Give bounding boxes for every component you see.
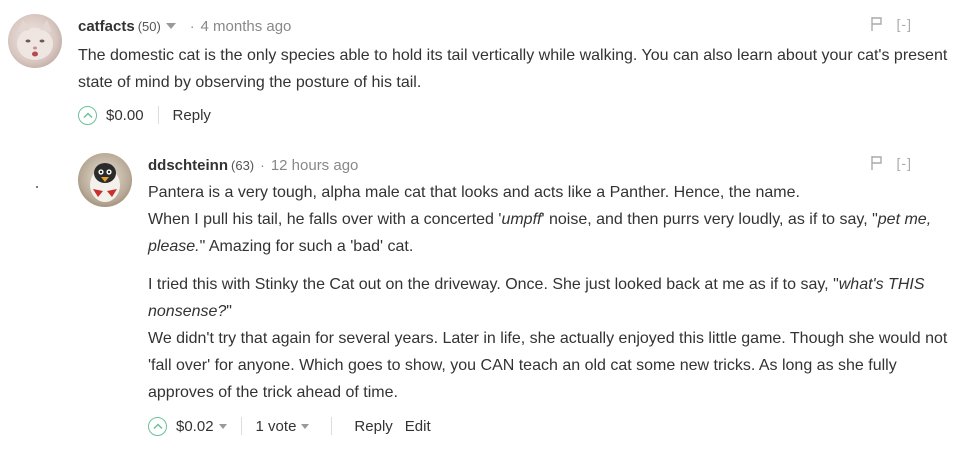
divider (331, 417, 333, 435)
cat-avatar-icon (17, 20, 53, 60)
emphasis-text: what's THIS nonsense? (148, 276, 925, 320)
comment-paragraph: Pantera is a very tough, alpha male cat … (148, 184, 932, 255)
comment-text: The domestic cat is the only species abl… (78, 42, 958, 96)
penguin-avatar-icon (90, 163, 120, 202)
flag-icon[interactable] (870, 156, 883, 170)
upvote-button[interactable] (148, 416, 167, 436)
collapse-toggle[interactable]: [-] (897, 155, 912, 171)
reputation: (50) (137, 18, 161, 34)
reply-link[interactable]: Reply (354, 418, 392, 435)
flag-icon[interactable] (870, 17, 883, 31)
avatar[interactable] (8, 14, 62, 68)
comment-paragraph: I tried this with Stinky the Cat out on … (148, 276, 948, 401)
emphasis-text: umpff (501, 211, 542, 228)
username[interactable]: catfacts (78, 18, 135, 35)
dot-marker (36, 186, 38, 188)
comment-text: Pantera is a very tough, alpha male cat … (148, 179, 958, 406)
timestamp[interactable]: 4 months ago (201, 18, 292, 35)
edit-link[interactable]: Edit (405, 418, 431, 435)
timestamp[interactable]: 12 hours ago (271, 157, 359, 174)
payout-amount[interactable]: $0.00 (106, 107, 144, 124)
avatar[interactable] (78, 153, 132, 207)
username[interactable]: ddschteinn (148, 157, 228, 174)
vote-count[interactable]: 1 vote (256, 418, 297, 435)
separator-dot: · (260, 157, 265, 173)
caret-down-icon[interactable] (301, 423, 310, 429)
separator-dot: · (189, 18, 195, 34)
caret-down-icon[interactable] (218, 423, 227, 429)
comment-paragraph: The domestic cat is the only species abl… (78, 47, 948, 91)
caret-down-icon[interactable] (165, 23, 176, 29)
chevron-up-icon (152, 423, 163, 430)
reputation: (63) (231, 157, 255, 173)
collapse-toggle[interactable]: [-] (897, 16, 912, 32)
upvote-button[interactable] (78, 105, 97, 125)
payout-amount[interactable]: $0.02 (176, 418, 214, 435)
divider (240, 417, 242, 435)
chevron-up-icon (82, 112, 93, 119)
divider (157, 106, 159, 124)
reply-link[interactable]: Reply (173, 107, 211, 124)
